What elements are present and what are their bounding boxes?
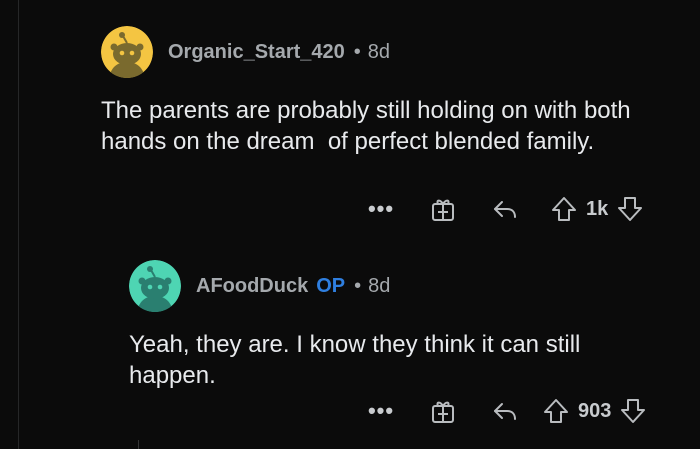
downvote-button[interactable] xyxy=(616,195,644,223)
thread-line-reply xyxy=(138,440,139,449)
award-button[interactable] xyxy=(428,195,458,223)
separator-dot: • xyxy=(353,40,361,63)
comment-actions: ••• 1k xyxy=(366,192,644,226)
username[interactable]: Organic_Start_420 xyxy=(168,41,345,64)
more-options-button[interactable]: ••• xyxy=(366,400,396,422)
downvote-icon xyxy=(618,197,643,221)
avatar[interactable] xyxy=(129,260,181,312)
avatar[interactable] xyxy=(101,26,153,78)
downvote-icon xyxy=(621,399,646,423)
snoo-avatar-icon xyxy=(129,260,181,312)
op-badge: OP xyxy=(316,274,346,297)
award-icon xyxy=(432,401,454,423)
comment-actions: ••• 903 xyxy=(366,394,647,428)
username[interactable]: AFoodDuck xyxy=(196,275,308,298)
upvote-icon xyxy=(552,197,576,221)
reply-icon xyxy=(494,403,516,420)
vote-count: 903 xyxy=(578,399,612,422)
comment-age: 8d xyxy=(367,40,391,63)
award-icon xyxy=(432,199,454,221)
thread-line-root xyxy=(18,0,19,449)
award-button[interactable] xyxy=(428,397,458,425)
comment: Organic_Start_420 • 8d The parents are p… xyxy=(101,26,661,157)
upvote-icon xyxy=(544,399,568,423)
downvote-button[interactable] xyxy=(619,397,647,425)
comment-reply: AFoodDuck OP • 8d Yeah, they are. I know… xyxy=(129,260,669,391)
snoo-avatar-icon xyxy=(101,26,153,78)
vote-count: 1k xyxy=(586,197,609,220)
reply-icon xyxy=(494,201,516,218)
upvote-button[interactable] xyxy=(550,195,578,223)
reply-button[interactable] xyxy=(490,399,520,423)
more-options-button[interactable]: ••• xyxy=(366,198,396,220)
separator-dot: • xyxy=(354,274,362,297)
comment-body: Yeah, they are. I know they think it can… xyxy=(129,331,588,389)
comment-body: The parents are probably still holding o… xyxy=(101,97,638,155)
comment-age: 8d xyxy=(368,274,391,297)
upvote-button[interactable] xyxy=(542,397,570,425)
reply-button[interactable] xyxy=(490,197,520,221)
comment-header: Organic_Start_420 • 8d xyxy=(101,26,661,78)
comment-header: AFoodDuck OP • 8d xyxy=(129,260,669,312)
